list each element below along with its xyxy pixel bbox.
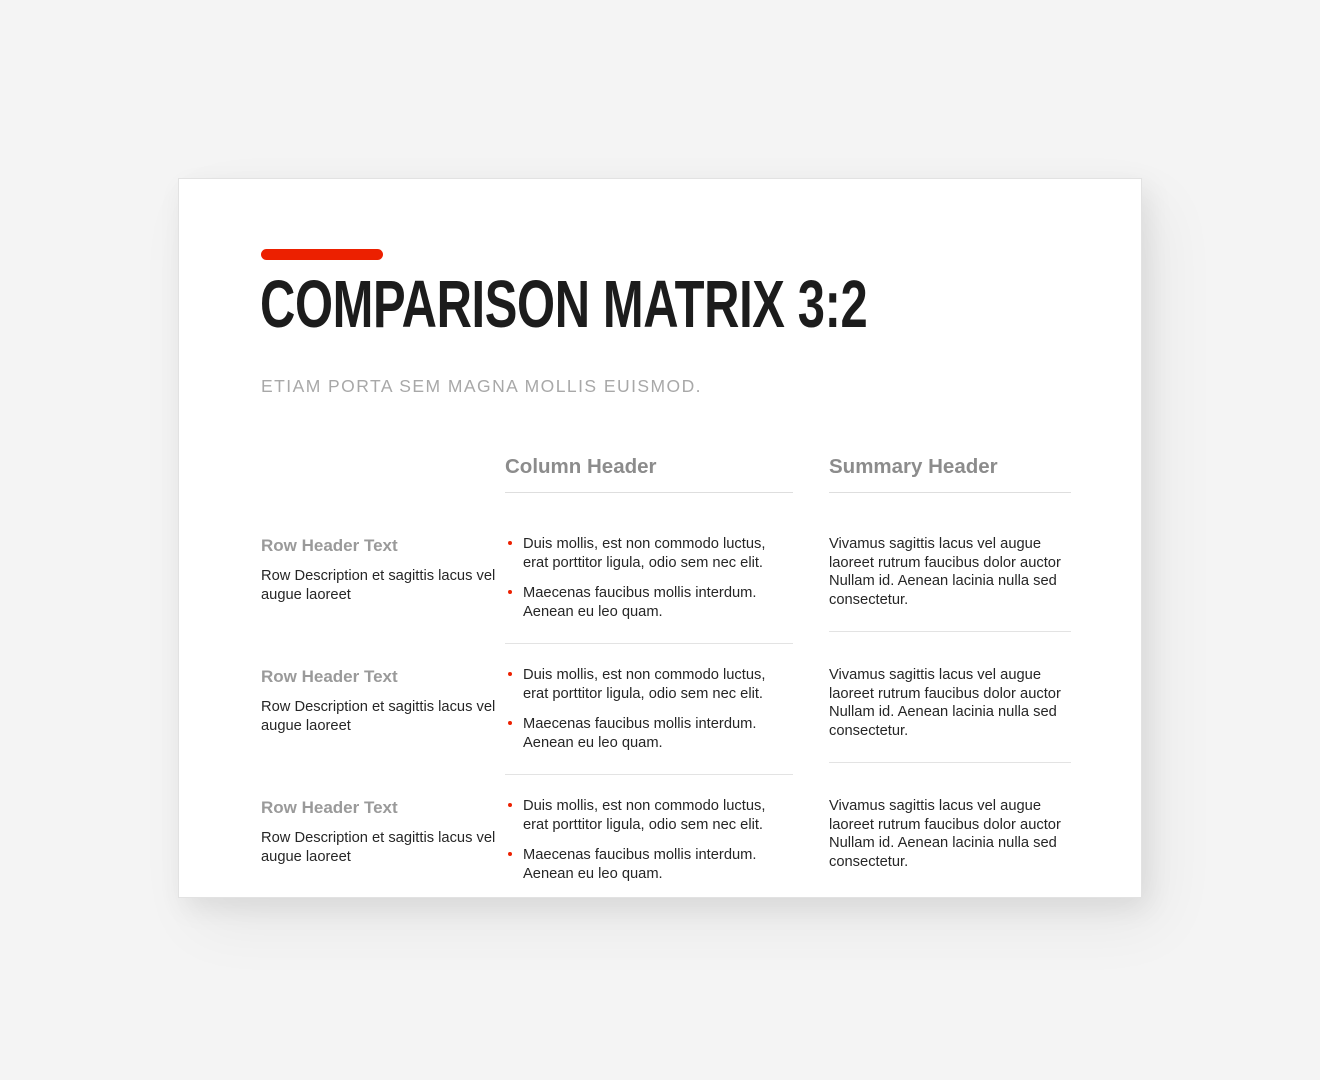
list-item-text: Duis mollis, est non commodo luctus, era… bbox=[523, 798, 766, 833]
bullet-list: Duis mollis, est non commodo luctus, era… bbox=[505, 535, 793, 621]
matrix-header-label-column bbox=[261, 455, 505, 513]
page-subtitle: ETIAM PORTA SEM MAGNA MOLLIS EUISMOD. bbox=[261, 376, 702, 396]
row-detail-content: Duis mollis, est non commodo luctus, era… bbox=[505, 775, 793, 905]
list-item: Duis mollis, est non commodo luctus, era… bbox=[505, 535, 793, 572]
table-row: Row Header Text Row Description et sagit… bbox=[261, 775, 1061, 905]
matrix-header-summary-column: Summary Header bbox=[829, 455, 1071, 513]
row-description-text: Row Description et sagittis lacus vel au… bbox=[261, 699, 496, 734]
row-label-cell: Row Header Text Row Description et sagit… bbox=[261, 513, 505, 644]
bullet-list: Duis mollis, est non commodo luctus, era… bbox=[505, 666, 793, 752]
row-detail-cell: Duis mollis, est non commodo luctus, era… bbox=[505, 513, 793, 644]
bullet-dot-icon bbox=[508, 721, 512, 725]
row-summary-cell: Vivamus sagittis lacus vel augue laoreet… bbox=[829, 513, 1071, 644]
row-header-text: Row Header Text bbox=[261, 667, 398, 686]
list-item-text: Maecenas faucibus mollis interdum. Aenea… bbox=[523, 716, 757, 751]
row-label-cell: Row Header Text Row Description et sagit… bbox=[261, 775, 505, 905]
row-description-text: Row Description et sagittis lacus vel au… bbox=[261, 568, 496, 603]
list-item: Maecenas faucibus mollis interdum. Aenea… bbox=[505, 584, 793, 621]
row-label-content: Row Header Text Row Description et sagit… bbox=[261, 513, 505, 626]
row-description-text: Row Description et sagittis lacus vel au… bbox=[261, 830, 496, 865]
comparison-matrix: Column Header Summary Header Row Header … bbox=[261, 455, 1071, 905]
bullet-dot-icon bbox=[508, 852, 512, 856]
row-detail-cell: Duis mollis, est non commodo luctus, era… bbox=[505, 644, 793, 775]
bullet-dot-icon bbox=[508, 803, 512, 807]
accent-bar bbox=[261, 249, 383, 260]
summary-text: Vivamus sagittis lacus vel augue laoreet… bbox=[829, 667, 1061, 739]
row-summary-content: Vivamus sagittis lacus vel augue laoreet… bbox=[829, 513, 1071, 632]
table-row: Row Header Text Row Description et sagit… bbox=[261, 513, 1071, 644]
summary-text: Vivamus sagittis lacus vel augue laoreet… bbox=[829, 536, 1061, 608]
table-row: Row Header Text Row Description et sagit… bbox=[261, 644, 1071, 775]
list-item-text: Maecenas faucibus mollis interdum. Aenea… bbox=[523, 585, 757, 620]
row-label-content: Row Header Text Row Description et sagit… bbox=[261, 644, 505, 757]
row-label-cell: Row Header Text Row Description et sagit… bbox=[261, 644, 505, 775]
matrix-header-detail-column: Column Header bbox=[505, 455, 793, 513]
row-summary-content: Vivamus sagittis lacus vel augue laoreet… bbox=[829, 775, 1071, 893]
row-summary-cell: Vivamus sagittis lacus vel augue laoreet… bbox=[829, 775, 1071, 905]
matrix-header-label-text bbox=[261, 455, 505, 468]
list-item-text: Maecenas faucibus mollis interdum. Aenea… bbox=[523, 847, 757, 882]
row-detail-cell: Duis mollis, est non commodo luctus, era… bbox=[505, 775, 793, 905]
list-item: Duis mollis, est non commodo luctus, era… bbox=[505, 797, 793, 834]
bullet-dot-icon bbox=[508, 541, 512, 545]
page-title: COMPARISON MATRIX 3:2 bbox=[260, 267, 868, 342]
row-header-text: Row Header Text bbox=[261, 536, 398, 555]
list-item: Maecenas faucibus mollis interdum. Aenea… bbox=[505, 846, 793, 883]
slide-canvas: COMPARISON MATRIX 3:2 ETIAM PORTA SEM MA… bbox=[178, 178, 1142, 898]
bullet-dot-icon bbox=[508, 672, 512, 676]
matrix-header-summary-text: Summary Header bbox=[829, 455, 1071, 493]
list-item: Maecenas faucibus mollis interdum. Aenea… bbox=[505, 715, 793, 752]
matrix-header-row: Column Header Summary Header bbox=[261, 455, 1071, 513]
list-item-text: Duis mollis, est non commodo luctus, era… bbox=[523, 667, 766, 702]
matrix-header-detail-text: Column Header bbox=[505, 455, 793, 493]
bullet-dot-icon bbox=[508, 590, 512, 594]
row-summary-cell: Vivamus sagittis lacus vel augue laoreet… bbox=[829, 644, 1071, 775]
row-summary-content: Vivamus sagittis lacus vel augue laoreet… bbox=[829, 644, 1071, 763]
row-detail-content: Duis mollis, est non commodo luctus, era… bbox=[505, 513, 793, 644]
row-detail-content: Duis mollis, est non commodo luctus, era… bbox=[505, 644, 793, 775]
page-stage: COMPARISON MATRIX 3:2 ETIAM PORTA SEM MA… bbox=[0, 0, 1320, 1080]
summary-text: Vivamus sagittis lacus vel augue laoreet… bbox=[829, 798, 1061, 870]
list-item: Duis mollis, est non commodo luctus, era… bbox=[505, 666, 793, 703]
list-item-text: Duis mollis, est non commodo luctus, era… bbox=[523, 536, 766, 571]
row-header-text: Row Header Text bbox=[261, 798, 398, 817]
bullet-list: Duis mollis, est non commodo luctus, era… bbox=[505, 797, 793, 883]
row-label-content: Row Header Text Row Description et sagit… bbox=[261, 775, 505, 888]
